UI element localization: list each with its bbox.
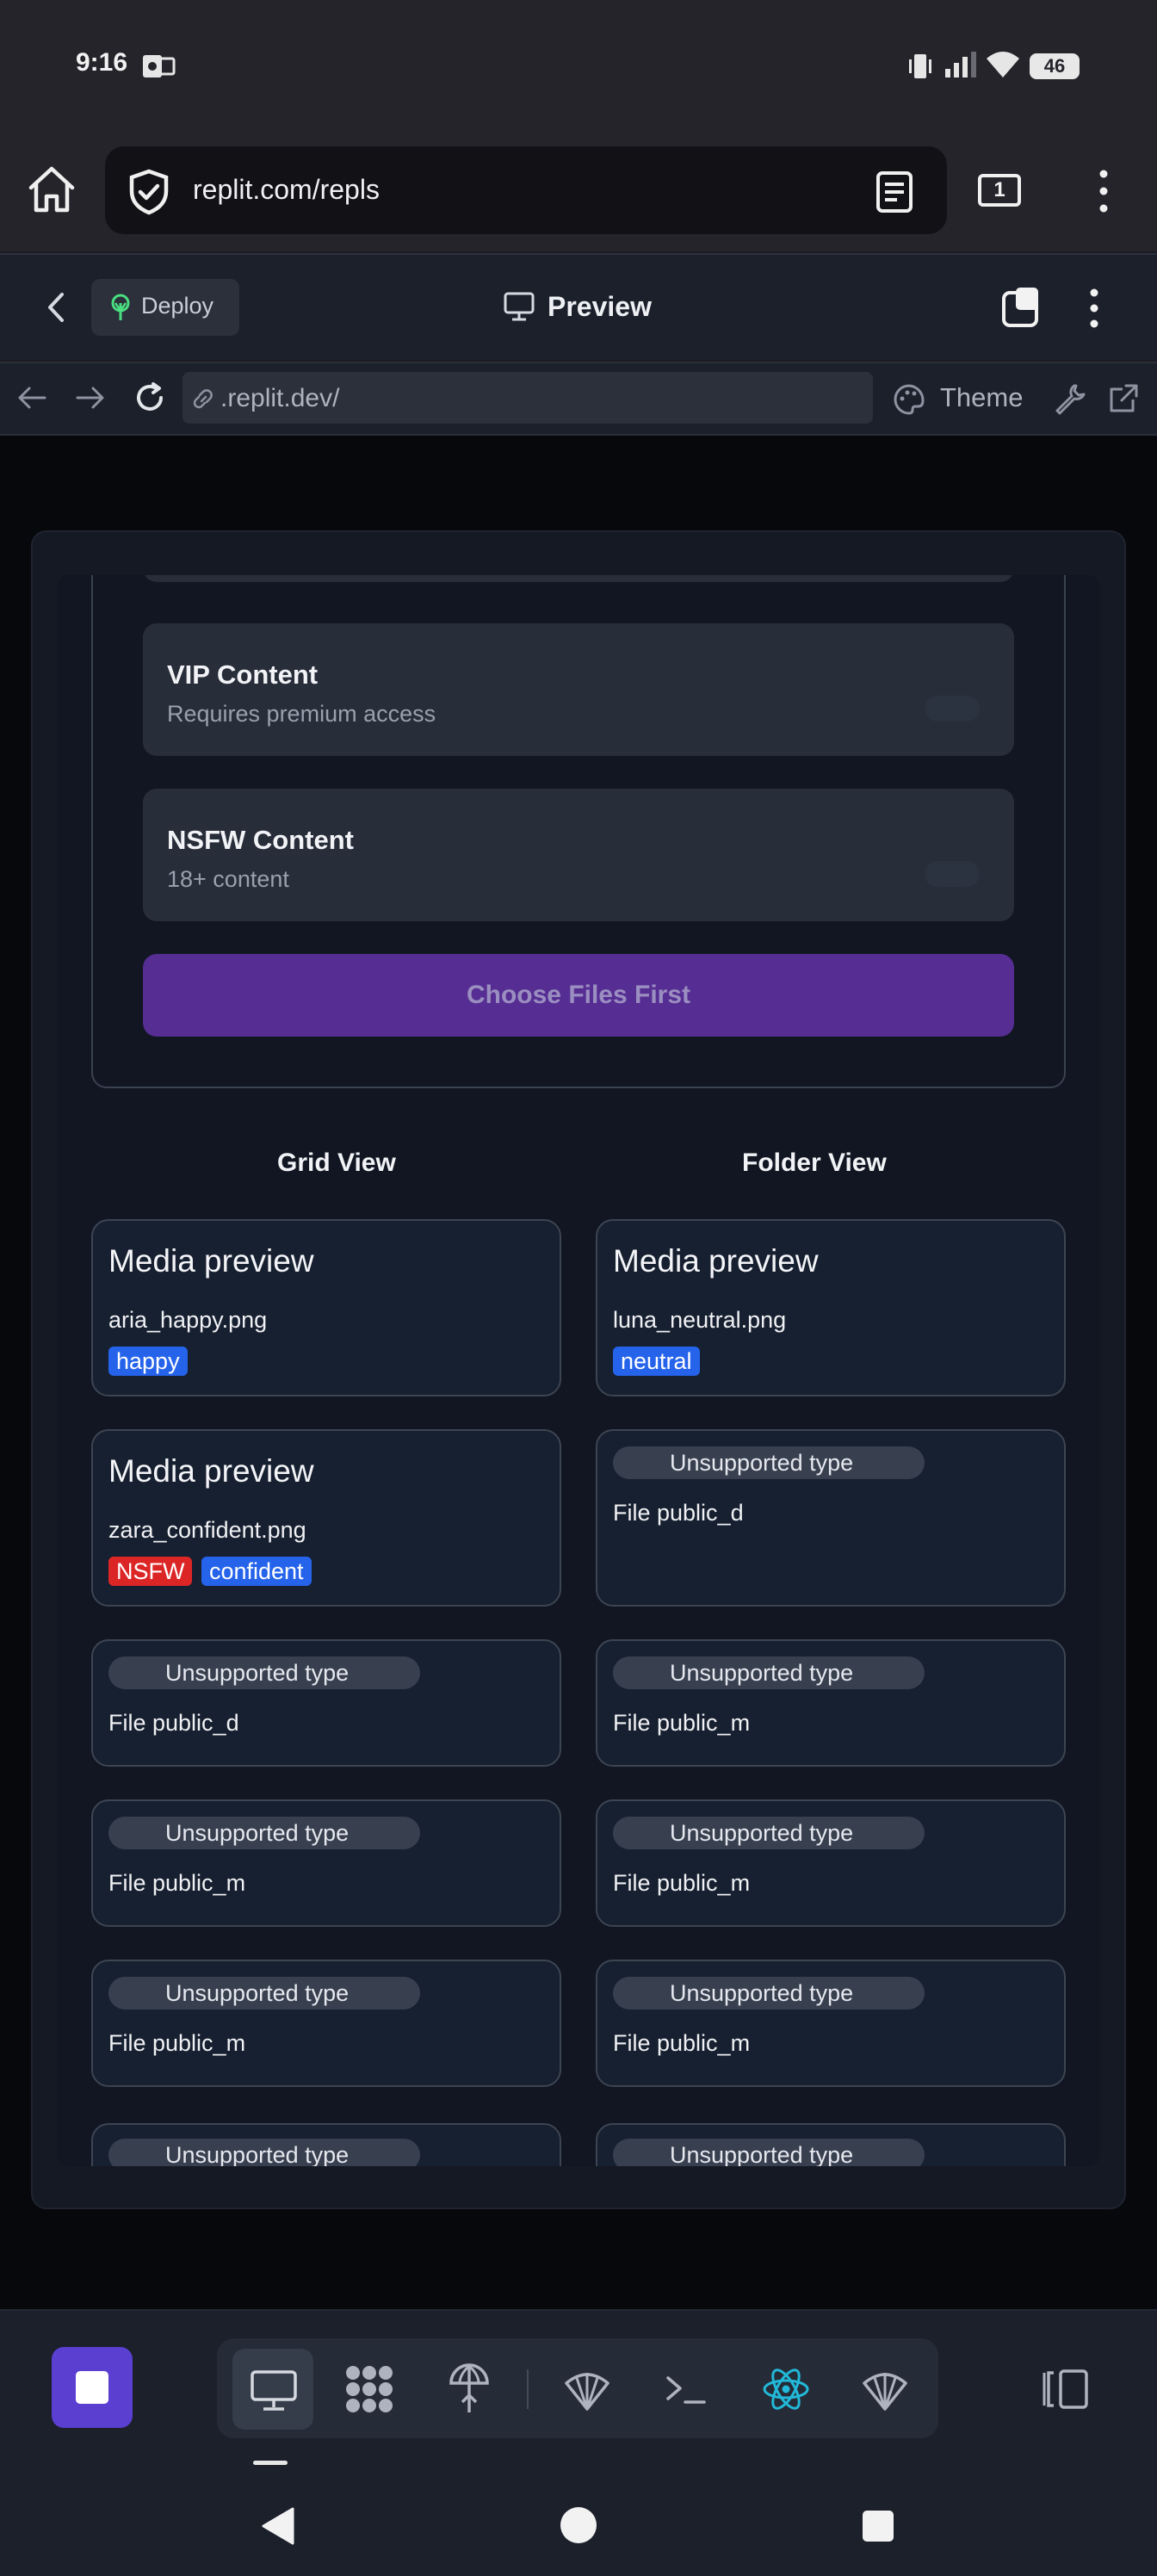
card-title: Media preview xyxy=(613,1243,819,1279)
tab-switcher-button[interactable]: 1 xyxy=(978,174,1021,207)
choose-files-button[interactable]: Choose Files First xyxy=(143,954,1014,1037)
wifi-icon xyxy=(985,50,1021,79)
outlook-notification-icon xyxy=(141,52,176,81)
vibrate-icon xyxy=(907,52,933,81)
new-tab-icon[interactable] xyxy=(1000,284,1043,329)
active-tool-indicator xyxy=(253,2461,288,2465)
content-scroll-area[interactable]: VIP Content Requires premium access NSFW… xyxy=(57,575,1100,2166)
back-nav-icon[interactable] xyxy=(258,2505,298,2547)
card-filename: File public_m xyxy=(108,1870,246,1896)
packages-icon[interactable] xyxy=(343,2362,396,2416)
deploy-label[interactable]: Deploy xyxy=(141,293,213,319)
terminal-icon[interactable] xyxy=(665,2373,708,2407)
preview-title: Preview xyxy=(548,291,652,322)
card-filename: File public_m xyxy=(613,2030,751,2056)
tag-badge: neutral xyxy=(613,1347,700,1376)
card-filename: File public_d xyxy=(613,1500,744,1526)
monitor-icon xyxy=(250,2369,298,2412)
nsfw-toggle[interactable] xyxy=(925,861,980,887)
unsupported-type-badge: Unsupported type xyxy=(613,1446,925,1479)
battery-icon: 46 xyxy=(1030,53,1080,79)
vip-toggle[interactable] xyxy=(925,696,980,721)
more-options-icon[interactable] xyxy=(1085,288,1104,329)
back-icon[interactable] xyxy=(45,291,67,324)
unsupported-type-badge: Unsupported type xyxy=(613,2139,925,2166)
card-title: Media preview xyxy=(108,1243,314,1279)
react-icon[interactable] xyxy=(761,2366,811,2412)
shield-icon[interactable] xyxy=(127,169,170,215)
nsfw-option-title: NSFW Content xyxy=(167,825,354,855)
monitor-icon xyxy=(503,291,535,322)
unsupported-type-badge: Unsupported type xyxy=(613,1817,925,1849)
signal-icon xyxy=(944,50,978,79)
card-filename: File public_d xyxy=(108,1710,239,1736)
tag-list: happy xyxy=(108,1347,188,1376)
tag-badge: confident xyxy=(201,1557,312,1586)
card-filename: File public_m xyxy=(108,2030,246,2056)
card-filename: zara_confident.png xyxy=(108,1517,306,1543)
card-filename: File public_m xyxy=(613,1710,751,1736)
unsupported-type-badge: Unsupported type xyxy=(613,1977,925,2009)
open-external-icon[interactable] xyxy=(1107,382,1140,415)
deploy-icon xyxy=(108,293,133,322)
unsupported-type-badge: Unsupported type xyxy=(108,1656,420,1689)
card-title: Media preview xyxy=(108,1453,314,1489)
home-icon[interactable] xyxy=(26,165,77,214)
link-icon xyxy=(191,387,215,410)
split-view-icon[interactable] xyxy=(1042,2368,1090,2411)
deploy-icon[interactable] xyxy=(448,2362,491,2416)
vip-option-subtitle: Requires premium access xyxy=(167,701,436,727)
card-filename: aria_happy.png xyxy=(108,1307,268,1333)
shell-icon-2[interactable] xyxy=(861,2366,909,2412)
nsfw-option-subtitle: 18+ content xyxy=(167,866,289,892)
card-filename: File public_m xyxy=(613,1870,751,1896)
recents-nav-icon[interactable] xyxy=(861,2509,895,2543)
vip-option-title: VIP Content xyxy=(167,659,319,690)
browser-menu-icon[interactable] xyxy=(1093,169,1114,214)
web-back-icon[interactable] xyxy=(17,386,46,410)
address-url[interactable]: replit.com/repls xyxy=(193,174,380,206)
stop-icon xyxy=(76,2371,108,2404)
webview-url-text[interactable]: .replit.dev/ xyxy=(220,384,339,413)
tag-list: NSFW confident xyxy=(108,1557,312,1586)
toolbar-divider xyxy=(527,2369,529,2409)
tag-badge: happy xyxy=(108,1347,188,1376)
reader-mode-icon[interactable] xyxy=(875,170,914,214)
unsupported-type-badge: Unsupported type xyxy=(108,1977,420,2009)
theme-button[interactable]: Theme xyxy=(940,382,1023,413)
tag-list: neutral xyxy=(613,1347,700,1376)
web-forward-icon[interactable] xyxy=(76,386,105,410)
grid-view-heading[interactable]: Grid View xyxy=(277,1149,396,1178)
unsupported-type-badge: Unsupported type xyxy=(613,1656,925,1689)
status-time: 9:16 xyxy=(76,48,128,77)
folder-view-heading[interactable]: Folder View xyxy=(742,1149,887,1178)
wrench-icon[interactable] xyxy=(1054,382,1086,415)
unsupported-type-badge: Unsupported type xyxy=(108,1817,420,1849)
home-nav-icon[interactable] xyxy=(559,2505,598,2545)
shell-icon[interactable] xyxy=(563,2366,611,2412)
card-filename: luna_neutral.png xyxy=(613,1307,787,1333)
nsfw-tag-badge: NSFW xyxy=(108,1557,193,1586)
option-row-partial[interactable] xyxy=(143,575,1014,582)
palette-icon[interactable] xyxy=(892,382,926,417)
unsupported-type-badge: Unsupported type xyxy=(108,2139,420,2166)
reload-icon[interactable] xyxy=(133,381,167,415)
